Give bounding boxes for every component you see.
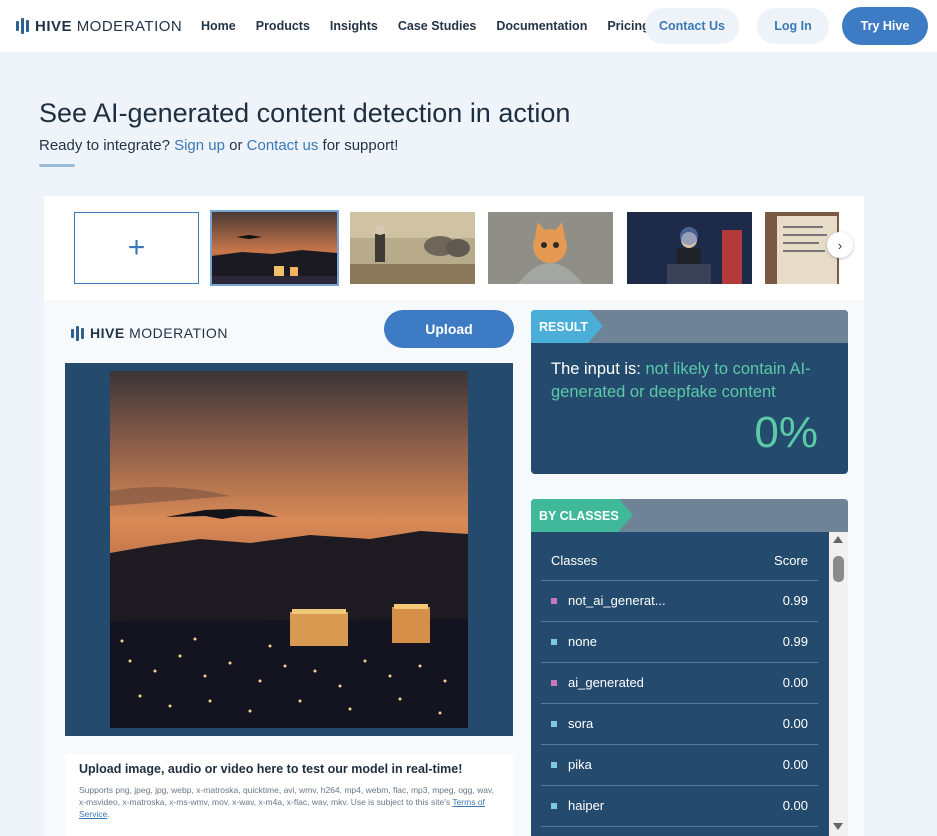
result-percentage: 0% xyxy=(754,408,818,457)
thumbnail-speaker[interactable] xyxy=(627,212,752,284)
scroll-thumb[interactable] xyxy=(833,556,844,582)
class-name: pika xyxy=(568,757,592,772)
class-name: not_ai_generat... xyxy=(568,593,666,608)
painting-thumbnail-image xyxy=(350,212,475,284)
class-score: 0.00 xyxy=(782,757,808,772)
result-card: RESULT The input is: not likely to conta… xyxy=(531,310,848,474)
result-tag-arrow xyxy=(589,310,603,342)
thumbnails-next-button[interactable]: › xyxy=(827,232,853,258)
result-prefix: The input is: xyxy=(551,360,646,378)
hero-subtitle: Ready to integrate? Sign up or Contact u… xyxy=(39,137,398,154)
add-sample-button[interactable]: + xyxy=(74,212,199,284)
upload-button[interactable]: Upload xyxy=(384,310,514,348)
hero-sub-prefix: Ready to integrate? xyxy=(39,137,175,154)
row-divider xyxy=(541,785,818,786)
bomber-thumbnail-image xyxy=(212,212,337,284)
try-hive-button[interactable]: Try Hive xyxy=(842,7,928,45)
speaker-thumbnail-image xyxy=(627,212,752,284)
row-divider xyxy=(541,621,818,622)
scroll-down-arrow-icon[interactable] xyxy=(833,823,843,830)
logo-light-text: MODERATION xyxy=(76,17,183,35)
class-score: 0.00 xyxy=(782,798,808,813)
cat-thumbnail-image xyxy=(488,212,613,284)
class-color-dot xyxy=(551,598,557,604)
hero-divider xyxy=(39,164,75,167)
thumbnail-bomber[interactable] xyxy=(210,210,339,286)
class-color-dot xyxy=(551,680,557,686)
upload-info-description: Supports png, jpeg, jpg, webp, x-matrosk… xyxy=(79,784,499,820)
preview-image xyxy=(110,371,468,728)
page-title: See AI-generated content detection in ac… xyxy=(39,98,571,128)
demo-logo-light: MODERATION xyxy=(129,325,228,341)
top-navbar: HIVE MODERATION Home Products Insights C… xyxy=(0,0,937,52)
log-in-button[interactable]: Log In xyxy=(757,8,829,44)
by-classes-tag: BY CLASSES xyxy=(531,499,619,532)
logo-bold-text: HIVE xyxy=(35,17,73,35)
class-name: sora xyxy=(568,716,594,731)
nav-link-products[interactable]: Products xyxy=(256,19,310,33)
nav-links: Home Products Insights Case Studies Docu… xyxy=(201,0,670,52)
nav-link-documentation[interactable]: Documentation xyxy=(496,19,587,33)
class-color-dot xyxy=(551,762,557,768)
by-classes-tag-arrow xyxy=(619,499,633,531)
class-color-dot xyxy=(551,639,557,645)
thumbnail-cat[interactable] xyxy=(488,212,613,284)
thumbnail-painting-elephants[interactable] xyxy=(350,212,475,284)
class-name: ai_generated xyxy=(568,675,644,690)
result-tag: RESULT xyxy=(531,310,589,343)
class-color-dot xyxy=(551,721,557,727)
row-divider xyxy=(541,662,818,663)
terms-suffix: . xyxy=(107,809,110,819)
hive-logo[interactable]: HIVE MODERATION xyxy=(16,16,182,36)
hive-logo-icon xyxy=(16,18,29,34)
class-name: none xyxy=(568,634,597,649)
class-score: 0.99 xyxy=(782,634,808,649)
sign-up-link[interactable]: Sign up xyxy=(174,137,225,154)
row-divider xyxy=(541,703,818,704)
nav-link-case-studies[interactable]: Case Studies xyxy=(398,19,477,33)
class-name: haiper xyxy=(568,798,605,813)
row-divider xyxy=(541,580,818,581)
demo-logo: HIVE MODERATION xyxy=(71,325,228,341)
classes-scrollbar[interactable] xyxy=(829,532,848,836)
hero-sub-middle: or xyxy=(224,137,247,154)
class-color-dot xyxy=(551,803,557,809)
nav-link-insights[interactable]: Insights xyxy=(330,19,378,33)
scroll-up-arrow-icon[interactable] xyxy=(833,536,843,543)
demo-logo-bold: HIVE xyxy=(90,325,125,341)
contact-us-button[interactable]: Contact Us xyxy=(645,8,739,44)
class-score: 0.00 xyxy=(782,716,808,731)
supported-formats-text: Supports png, jpeg, jpg, webp, x-matrosk… xyxy=(79,785,494,807)
contact-us-link[interactable]: Contact us xyxy=(247,137,319,154)
upload-info-title: Upload image, audio or video here to tes… xyxy=(79,762,463,776)
nav-link-pricing[interactable]: Pricing xyxy=(607,19,649,33)
demo-logo-icon xyxy=(71,325,84,341)
class-score: 0.99 xyxy=(782,593,808,608)
row-divider xyxy=(541,826,818,827)
result-text: The input is: not likely to contain AI-g… xyxy=(551,358,836,404)
hero-sub-suffix: for support! xyxy=(318,137,399,154)
nav-link-home[interactable]: Home xyxy=(201,19,236,33)
score-column-header: Score xyxy=(774,553,808,568)
classes-column-header: Classes xyxy=(551,553,598,568)
row-divider xyxy=(541,744,818,745)
classes-card: BY CLASSES Classes Score not_ai_generat.… xyxy=(531,499,848,836)
class-score: 0.00 xyxy=(782,675,808,690)
